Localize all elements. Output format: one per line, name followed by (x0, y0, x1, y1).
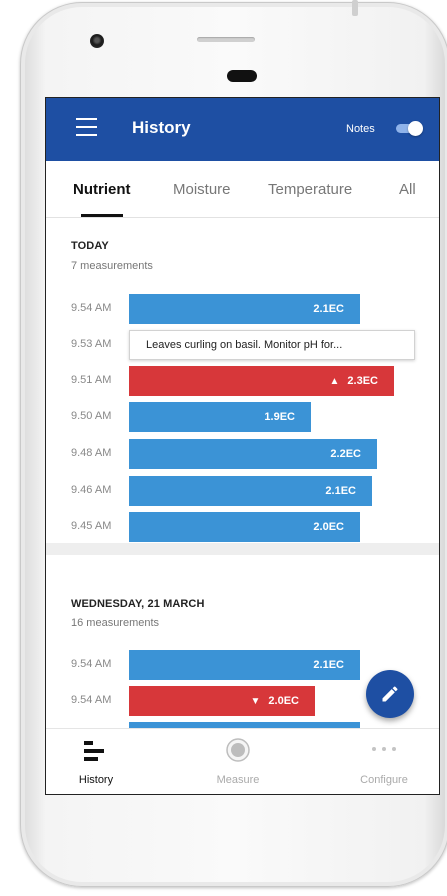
front-camera (90, 34, 104, 48)
nav-label: Configure (360, 774, 408, 786)
measurement-bar[interactable]: 1.9EC (129, 402, 311, 432)
measurement-bar[interactable]: 2.1EC (129, 294, 360, 324)
measurement-bar[interactable]: 2.2EC (129, 439, 377, 469)
edit-note-button[interactable] (366, 670, 414, 718)
trend-up-icon: ▲ (329, 375, 340, 387)
nav-configure[interactable]: Configure (334, 729, 434, 794)
section-title-today: TODAY (71, 240, 109, 252)
hamburger-menu-icon[interactable] (76, 118, 97, 136)
app-screen: History Notes Nutrient Moisture Temperat… (45, 97, 440, 795)
nav-history[interactable]: History (46, 729, 146, 794)
row-time: 9.50 AM (71, 410, 112, 422)
row-time: 9.54 AM (71, 694, 112, 706)
measurement-value: 2.3EC (347, 375, 378, 387)
nav-label: Measure (216, 774, 260, 786)
earpiece-speaker (197, 37, 255, 42)
section-count-today: 7 measurements (71, 260, 153, 272)
measurement-bar-alert[interactable]: ▲ 2.3EC (129, 366, 394, 396)
notes-toggle[interactable] (396, 121, 423, 136)
proximity-sensor (227, 70, 257, 82)
measurement-value: 2.0EC (268, 695, 299, 707)
row-time: 9.46 AM (71, 484, 112, 496)
measurement-bar[interactable]: 2.0EC (129, 512, 360, 542)
row-time: 9.54 AM (71, 658, 112, 670)
active-tab-indicator (81, 214, 123, 217)
measure-circle-icon (226, 738, 250, 762)
tab-temperature[interactable]: Temperature (268, 181, 352, 198)
row-time: 9.45 AM (71, 520, 112, 532)
tab-nutrient[interactable]: Nutrient (73, 181, 131, 198)
page-title: History (132, 118, 191, 137)
row-time: 9.51 AM (71, 374, 112, 386)
notes-toggle-label: Notes (346, 123, 375, 135)
phone-side-button (352, 0, 358, 16)
measurement-value: 2.1EC (313, 303, 344, 315)
trend-down-icon: ▼ (250, 695, 261, 707)
tab-all[interactable]: All (399, 181, 416, 198)
measurement-bar-alert[interactable]: ▼ 2.0EC (129, 686, 315, 716)
history-bars-icon (84, 741, 104, 761)
row-time: 9.53 AM (71, 338, 112, 350)
nav-label: History (78, 774, 114, 786)
measurement-bar[interactable]: 2.1EC (129, 650, 360, 680)
tab-bar: Nutrient Moisture Temperature All (46, 161, 439, 218)
measurement-value: 2.1EC (313, 659, 344, 671)
measurement-bar[interactable]: 2.1EC (129, 476, 372, 506)
nav-measure[interactable]: Measure (188, 729, 288, 794)
more-dots-icon (372, 747, 396, 751)
measurement-value: 2.0EC (313, 521, 344, 533)
measurement-value: 2.2EC (330, 448, 361, 460)
note-text: Leaves curling on basil. Monitor pH for.… (146, 339, 343, 351)
row-time: 9.48 AM (71, 447, 112, 459)
row-time: 9.54 AM (71, 302, 112, 314)
app-bar: History Notes (46, 98, 439, 161)
measurement-value: 1.9EC (264, 411, 295, 423)
measurement-value: 2.1EC (325, 485, 356, 497)
note-preview[interactable]: Leaves curling on basil. Monitor pH for.… (129, 330, 415, 360)
history-list: TODAY 7 measurements 9.54 AM 2.1EC 9.53 … (46, 218, 439, 728)
toggle-knob (408, 121, 423, 136)
pencil-edit-icon (382, 686, 398, 702)
section-count-wednesday: 16 measurements (71, 617, 160, 629)
bottom-navigation: History Measure Configure (46, 728, 439, 794)
tab-moisture[interactable]: Moisture (173, 181, 231, 198)
section-title-wednesday: WEDNESDAY, 21 MARCH (71, 598, 205, 610)
section-divider (46, 543, 439, 555)
